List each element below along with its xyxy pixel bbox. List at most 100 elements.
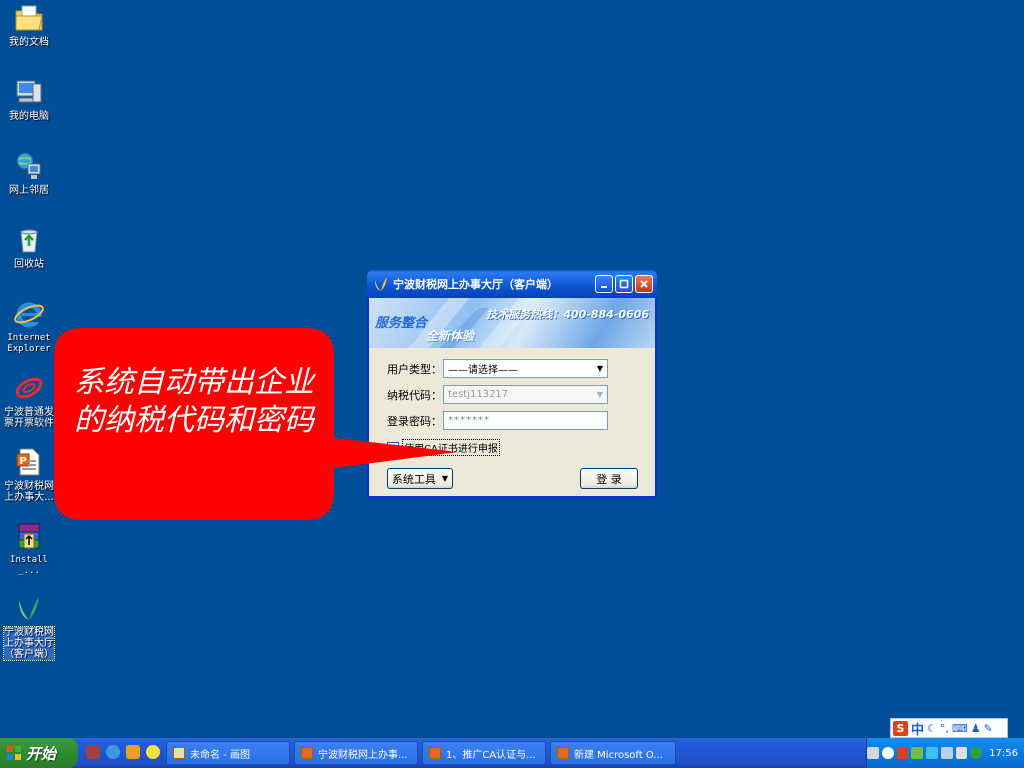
quick-launch-qq-icon[interactable]: [146, 745, 160, 759]
login-button[interactable]: 登 录: [580, 468, 638, 489]
desktop-icon-label: 宁波财税网 上办事大...: [4, 481, 54, 503]
close-button[interactable]: [635, 275, 653, 293]
keyboard-icon[interactable]: ⌨: [952, 722, 968, 735]
desktop-icon-label: 宁波普通发 票开票软件: [4, 407, 54, 429]
close-icon: [640, 280, 648, 288]
user-icon[interactable]: ♟: [971, 722, 981, 735]
window-title: 宁波财税网上办事大厅（客户端）: [393, 278, 558, 291]
antivirus-tray-icon[interactable]: [970, 747, 983, 759]
chevron-left-icon[interactable]: [881, 747, 894, 759]
desktop-icon-my-computer[interactable]: 我的电脑: [2, 76, 56, 122]
svg-text:P: P: [19, 456, 26, 467]
clock: 17:56: [989, 747, 1018, 759]
chevron-down-icon: ▼: [596, 364, 603, 373]
user-type-row: 用户类型： ——请选择—— ▼: [387, 359, 608, 378]
monitor-tray-icon[interactable]: [940, 747, 953, 759]
ca-checkbox-row[interactable]: ✓ 使用CA证书进行申报: [387, 439, 500, 456]
password-field[interactable]: *******: [443, 411, 608, 430]
desktop-icon-label: Internet Explorer: [7, 333, 51, 354]
quick-launch-ie-icon[interactable]: [106, 745, 120, 759]
tax-code-select[interactable]: testj113217 ▼: [443, 385, 608, 404]
ca-checkbox-label: 使用CA证书进行申报: [402, 439, 500, 456]
windows-logo-icon: [7, 746, 21, 760]
winrar-installer-icon: [18, 523, 40, 549]
folder-documents-icon: [15, 5, 43, 31]
start-label: 开始: [26, 744, 57, 763]
login-label: 登 录: [596, 472, 622, 486]
tax-leaf-tray-icon[interactable]: [911, 747, 924, 759]
taskbar: 开始 未命名 - 画图 宁波财税网上办事... 1、推广CA认证与... 新建 …: [0, 738, 1024, 768]
user-type-value: ——请选择——: [448, 365, 518, 376]
network-icon: [16, 152, 41, 179]
desktop-icon-label: 我的文档: [9, 37, 49, 48]
user-type-select[interactable]: ——请选择—— ▼: [443, 359, 608, 378]
invoice-software-icon: [15, 377, 43, 399]
ie-icon: [14, 302, 44, 328]
window-banner: 服务整合 全新体验 技术服务热线：400-884-0606: [369, 298, 655, 348]
desktop-icon-label: 网上邻居: [9, 185, 49, 196]
computer-icon: [16, 80, 42, 103]
desktop-icon-network[interactable]: 网上邻居: [2, 150, 56, 196]
desktop-icon-recycle-bin[interactable]: 回收站: [2, 224, 56, 270]
recycle-bin-icon: [20, 229, 38, 253]
document-icon: [429, 747, 441, 759]
taskbar-item-label: 1、推广CA认证与...: [446, 749, 536, 761]
desktop-icon-label: Install_...: [10, 555, 48, 576]
tax-code-label: 纳税代码：: [387, 388, 442, 402]
taskbar-item-label: 新建 Microsoft O...: [574, 749, 663, 761]
desktop-icon-ningbo-tax-client[interactable]: 宁波财税网 上办事大厅 （客户端）: [2, 592, 56, 661]
desktop-icon-invoice-software[interactable]: 宁波普通发 票开票软件: [2, 372, 56, 429]
taskbar-item-paint[interactable]: 未命名 - 画图: [166, 741, 290, 765]
taskbar-item-label: 未命名 - 画图: [190, 749, 250, 761]
wrench-icon[interactable]: ✎: [984, 722, 993, 735]
quick-launch: [86, 745, 160, 759]
tax-code-value: testj113217: [448, 389, 509, 400]
sogou-logo-icon[interactable]: S: [893, 720, 908, 736]
taskbar-item-label: 宁波财税网上办事...: [318, 749, 408, 761]
desktop-icon-install[interactable]: Install_...: [2, 520, 56, 577]
desktop-icon-label: 回收站: [14, 259, 44, 270]
desktop-icon-ppt-shortcut[interactable]: P 宁波财税网 上办事大...: [2, 446, 56, 503]
maximize-icon: [619, 279, 629, 289]
ca-checkbox[interactable]: ✓: [387, 441, 399, 454]
app-leaf-icon: [375, 277, 387, 291]
banner-slogan-2: 全新体验: [426, 329, 475, 343]
desktop-icon-internet-explorer[interactable]: Internet Explorer: [2, 298, 56, 355]
taskbar-item-ca-doc[interactable]: 1、推广CA认证与...: [422, 741, 546, 765]
office-doc-icon: [557, 747, 569, 759]
password-value: *******: [448, 415, 490, 426]
ningbo-tax-client-icon: [19, 596, 39, 620]
paint-icon: [173, 747, 185, 759]
taskbar-item-new-office[interactable]: 新建 Microsoft O...: [550, 741, 676, 765]
ppt-icon: [301, 747, 313, 759]
password-label: 登录密码：: [387, 414, 442, 428]
volume-tray-icon[interactable]: [955, 747, 968, 759]
login-window: 宁波财税网上办事大厅（客户端） 服务整合 全新体验 技术服务热线：400-884…: [367, 270, 657, 498]
network-tray-icon[interactable]: [926, 747, 938, 759]
chevron-down-icon: ▼: [441, 474, 449, 483]
system-tools-button[interactable]: 系统工具 ▼: [387, 468, 453, 489]
taskbar-item-tax-client[interactable]: 宁波财税网上办事...: [294, 741, 418, 765]
start-button[interactable]: 开始: [0, 738, 78, 768]
window-titlebar[interactable]: 宁波财税网上办事大厅（客户端）: [367, 270, 657, 298]
callout-text: 系统自动带出企业的纳税代码和密码: [74, 365, 314, 438]
quick-launch-media-icon[interactable]: [126, 745, 140, 759]
ime-toolbar[interactable]: S 中 ☾ °, ⌨ ♟ ✎: [890, 718, 1008, 738]
system-tray: 17:56: [866, 738, 1024, 768]
ppt-shortcut-icon: P: [16, 448, 40, 476]
desktop-icon-label: 我的电脑: [9, 111, 49, 122]
keyboard-tray-icon[interactable]: [867, 747, 879, 759]
maximize-button[interactable]: [615, 275, 633, 293]
desktop-icon-my-documents[interactable]: 我的文档: [2, 2, 56, 48]
desktop-icon-label: 宁波财税网 上办事大厅 （客户端）: [3, 626, 55, 661]
system-tools-label: 系统工具: [391, 472, 436, 486]
minimize-icon: [601, 286, 607, 288]
punctuation-icon[interactable]: °,: [940, 722, 949, 735]
quick-launch-app-icon[interactable]: [86, 745, 100, 759]
minimize-button[interactable]: [595, 275, 613, 293]
ime-mode-toggle[interactable]: 中: [911, 719, 924, 738]
half-width-moon-icon[interactable]: ☾: [927, 722, 937, 735]
banner-hotline: 技术服务热线：400-884-0606: [486, 308, 649, 321]
user-type-label: 用户类型：: [387, 362, 442, 376]
security-shield-icon[interactable]: [896, 747, 909, 759]
